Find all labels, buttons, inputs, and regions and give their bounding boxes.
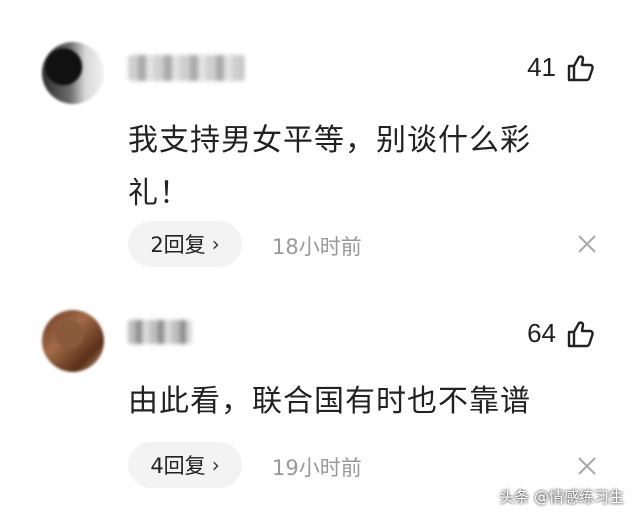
comment-item: 64 由此看，联合国有时也不靠谱 4回复 › 19小时前 <box>0 290 640 519</box>
avatar[interactable] <box>42 310 104 372</box>
like-count: 64 <box>527 318 556 348</box>
replies-label: 2回复 <box>150 233 206 257</box>
watermark: 头条 @情感练习生 <box>499 488 624 506</box>
comment-item: 41 我支持男女平等，别谈什么彩礼！ 2回复 › 18小时前 <box>0 0 640 290</box>
timestamp: 18小时前 <box>272 235 362 259</box>
like-button[interactable]: 41 <box>527 52 596 83</box>
username-blurred[interactable] <box>128 55 244 81</box>
timestamp: 19小时前 <box>272 456 362 480</box>
close-icon[interactable] <box>576 233 598 255</box>
chevron-right-icon: › <box>211 232 220 256</box>
like-button[interactable]: 64 <box>527 318 596 349</box>
comment-text: 由此看，联合国有时也不靠谱 <box>128 384 531 419</box>
replies-button[interactable]: 2回复 › <box>128 221 242 267</box>
comment-text: 我支持男女平等，别谈什么彩礼！ <box>128 123 531 211</box>
like-count: 41 <box>527 52 556 82</box>
replies-button[interactable]: 4回复 › <box>128 442 242 488</box>
avatar[interactable] <box>42 42 104 104</box>
thumbs-up-icon <box>566 319 596 349</box>
replies-label: 4回复 <box>150 454 206 478</box>
chevron-right-icon: › <box>211 453 220 477</box>
close-icon[interactable] <box>576 455 598 477</box>
thumbs-up-icon <box>566 53 596 83</box>
username-blurred[interactable] <box>128 320 192 344</box>
